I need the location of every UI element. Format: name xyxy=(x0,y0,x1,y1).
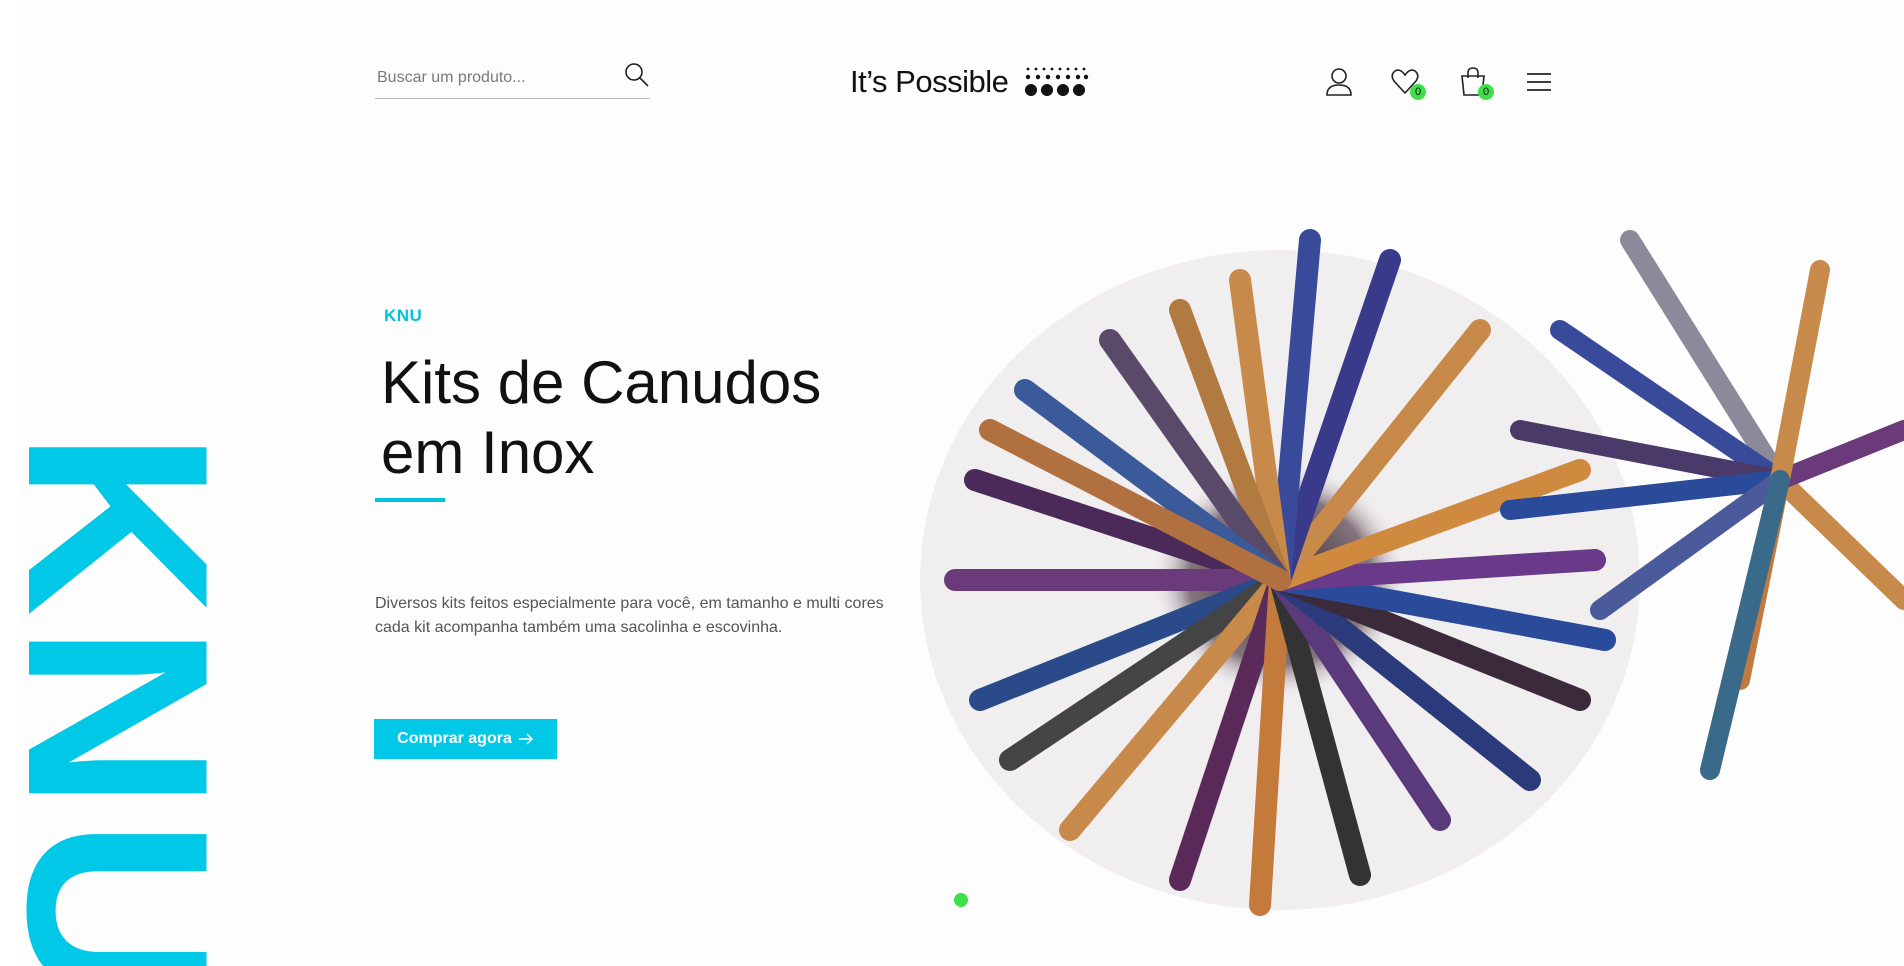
cart-button[interactable]: 0 xyxy=(1458,66,1494,100)
buy-now-button[interactable]: Comprar agora xyxy=(374,719,557,759)
logo-dots-icon xyxy=(1025,67,1089,96)
search-input[interactable] xyxy=(375,64,619,92)
hero-title-line2: em Inox xyxy=(381,419,595,486)
vertical-brand-label: KNU xyxy=(0,430,263,966)
site-logo[interactable]: It’s Possible xyxy=(850,62,1090,102)
hero-description: Diversos kits feitos especialmente para … xyxy=(375,592,915,640)
search-icon[interactable] xyxy=(624,62,650,88)
hero-description-line1: Diversos kits feitos especialmente para … xyxy=(375,595,884,612)
arrow-right-icon xyxy=(518,733,533,745)
user-icon[interactable] xyxy=(1324,66,1354,98)
wishlist-count-badge: 0 xyxy=(1410,84,1426,100)
hero-title-line1: Kits de Canudos xyxy=(381,349,822,416)
cart-count-badge: 0 xyxy=(1478,84,1494,100)
hero-banner: KNU It’s Possible xyxy=(0,0,1904,966)
buy-now-label: Comprar agora xyxy=(397,730,512,747)
slider-dot[interactable] xyxy=(954,893,968,907)
hero-description-line2: cada kit acompanha também uma sacolinha … xyxy=(375,619,783,636)
search-bar xyxy=(375,56,650,99)
title-underline xyxy=(375,498,445,502)
metal-straws-image xyxy=(920,229,1904,916)
page: KNU It’s Possible xyxy=(0,0,1904,966)
brand-tag: KNU xyxy=(384,306,423,325)
vertical-brand-text: KNU xyxy=(0,430,263,966)
hero-title: Kits de Canudos em Inox xyxy=(381,348,901,488)
wishlist-button[interactable]: 0 xyxy=(1390,66,1426,100)
logo-text: It’s Possible xyxy=(850,64,1009,99)
menu-icon[interactable] xyxy=(1524,66,1554,98)
